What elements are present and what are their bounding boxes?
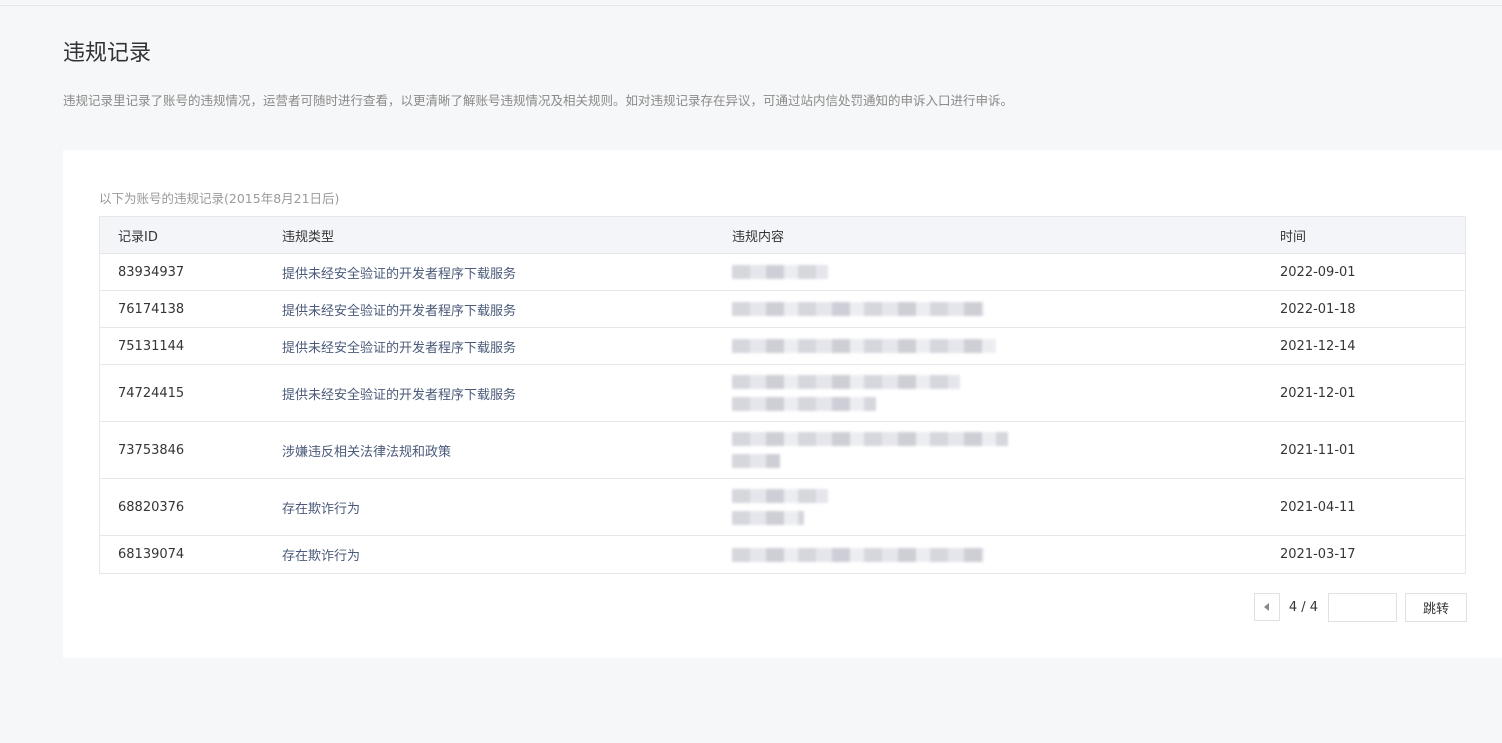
blurred-content — [732, 339, 996, 353]
blurred-content — [732, 432, 1008, 468]
header-violation-type: 违规类型 — [282, 229, 335, 245]
header-violation-content: 违规内容 — [732, 229, 785, 245]
record-id-cell: 68820376 — [118, 499, 185, 515]
record-id-cell: 75131144 — [118, 338, 185, 354]
record-id-cell: 76174138 — [118, 301, 185, 317]
card-caption: 以下为账号的违规记录(2015年8月21日后) — [99, 191, 340, 206]
caret-left-icon — [1264, 603, 1270, 611]
violation-content-cell — [732, 328, 1022, 364]
table-header: 记录ID 违规类型 违规内容 时间 — [100, 217, 1465, 254]
blurred-content — [732, 375, 960, 411]
page-title: 违规记录 — [63, 41, 152, 66]
blurred-text-line — [732, 489, 828, 503]
blurred-text-line — [732, 511, 804, 525]
page-jump-input[interactable] — [1328, 592, 1397, 622]
record-id-cell: 68139074 — [118, 547, 185, 562]
violation-type-cell: 涉嫌违反相关法律法规和政策 — [282, 444, 452, 460]
table-row: 75131144 提供未经安全验证的开发者程序下载服务 2021-12-14 — [100, 328, 1465, 365]
record-id-cell: 73753846 — [118, 442, 185, 458]
blurred-text-line — [732, 454, 780, 468]
table-row: 68820376 存在欺诈行为 2021-04-11 — [100, 479, 1465, 536]
blurred-text-line — [732, 375, 960, 389]
prev-page-button[interactable] — [1253, 593, 1280, 621]
time-cell: 2022-01-18 — [1280, 301, 1356, 317]
time-cell: 2021-03-17 — [1280, 547, 1356, 562]
pagination: 4 / 4 跳转 — [1253, 592, 1467, 622]
blurred-content — [732, 265, 828, 279]
violation-type-cell: 存在欺诈行为 — [282, 549, 361, 564]
violation-content-cell — [732, 479, 1022, 535]
table-row: 76174138 提供未经安全验证的开发者程序下载服务 2022-01-18 — [100, 291, 1465, 328]
violation-content-cell — [732, 536, 1022, 573]
table-row: 68139074 存在欺诈行为 2021-03-17 — [100, 536, 1465, 573]
page-indicator: 4 / 4 — [1288, 599, 1318, 615]
blurred-content — [732, 302, 984, 316]
table-row: 74724415 提供未经安全验证的开发者程序下载服务 2021-12-01 — [100, 365, 1465, 422]
record-id-cell: 83934937 — [118, 264, 185, 280]
blurred-text-line — [732, 339, 996, 353]
jump-button[interactable]: 跳转 — [1405, 592, 1467, 622]
violation-content-cell — [732, 291, 1022, 327]
time-cell: 2021-04-11 — [1280, 499, 1356, 515]
violation-table: 记录ID 违规类型 违规内容 时间 83934937 提供未经安全验证的开发者程序… — [99, 216, 1466, 574]
violation-type-cell: 存在欺诈行为 — [282, 501, 361, 517]
blurred-content — [732, 489, 828, 525]
record-id-cell: 74724415 — [118, 385, 185, 401]
header-record-id: 记录ID — [118, 229, 158, 245]
time-cell: 2022-09-01 — [1280, 264, 1356, 280]
violation-record-card: 以下为账号的违规记录(2015年8月21日后) 记录ID 违规类型 违规内容 时… — [63, 150, 1502, 658]
blurred-text-line — [732, 265, 828, 279]
header-time: 时间 — [1280, 229, 1307, 245]
blurred-text-line — [732, 547, 984, 562]
violation-type-cell: 提供未经安全验证的开发者程序下载服务 — [282, 303, 517, 319]
violation-type-cell: 提供未经安全验证的开发者程序下载服务 — [282, 387, 517, 403]
time-cell: 2021-12-14 — [1280, 338, 1356, 354]
blurred-text-line — [732, 397, 876, 411]
time-cell: 2021-11-01 — [1280, 442, 1356, 458]
table-row: 73753846 涉嫌违反相关法律法规和政策 2021-11-01 — [100, 422, 1465, 479]
top-divider — [0, 5, 1502, 6]
table-row: 83934937 提供未经安全验证的开发者程序下载服务 2022-09-01 — [100, 254, 1465, 291]
time-cell: 2021-12-01 — [1280, 385, 1356, 401]
violation-type-cell: 提供未经安全验证的开发者程序下载服务 — [282, 340, 517, 356]
violation-content-cell — [732, 365, 1022, 421]
violation-content-cell — [732, 254, 1022, 290]
blurred-content — [732, 547, 984, 562]
page-description: 违规记录里记录了账号的违规情况，运营者可随时进行查看，以更清晰了解账号违规情况及… — [63, 93, 1014, 108]
violation-content-cell — [732, 422, 1022, 478]
violation-type-cell: 提供未经安全验证的开发者程序下载服务 — [282, 266, 517, 282]
blurred-text-line — [732, 432, 1008, 446]
blurred-text-line — [732, 302, 984, 316]
